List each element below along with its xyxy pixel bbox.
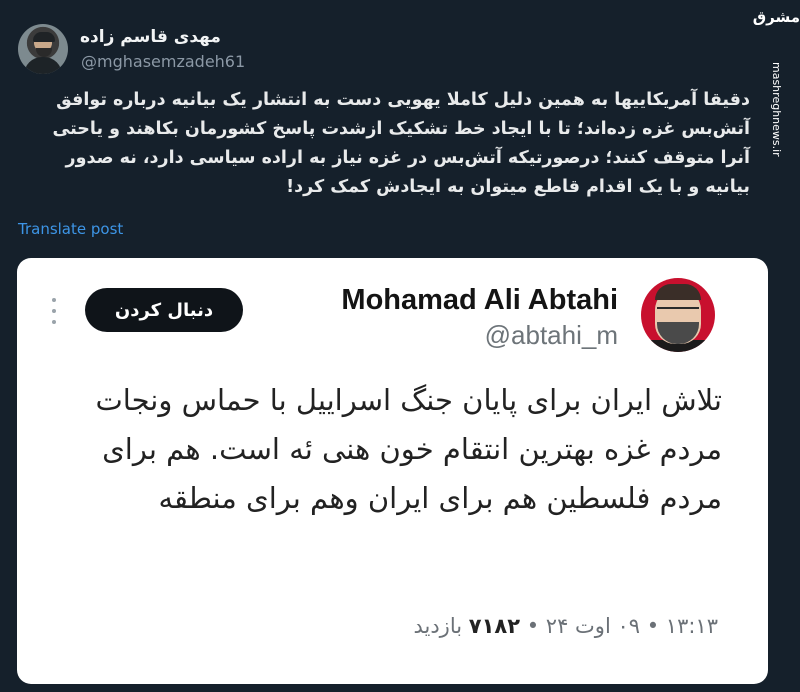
meta-separator: •: [526, 614, 540, 638]
quoted-tweet-card[interactable]: دنبال کردن Mohamad Ali Abtahi @abtahi_m …: [17, 258, 768, 684]
follow-button[interactable]: دنبال کردن: [85, 288, 243, 332]
translate-post-link[interactable]: Translate post: [18, 220, 123, 238]
author-avatar[interactable]: [18, 24, 68, 74]
author-handle[interactable]: @mghasemzadeh61: [81, 52, 245, 71]
quoted-author-handle[interactable]: @abtahi_m: [485, 320, 618, 351]
post-date[interactable]: ۰۹ اوت ۲۴: [546, 614, 640, 638]
quoted-author-avatar[interactable]: [641, 278, 715, 352]
more-options-icon[interactable]: [51, 298, 57, 324]
quoted-tweet-text: تلاش ایران برای پایان جنگ اسراییل با حما…: [95, 383, 722, 515]
tweet: مهدی قاسم زاده @mghasemzadeh61 دقیقا آمر…: [0, 0, 768, 692]
views-label: بازدید: [413, 614, 463, 638]
watermark: مشرق mashreghnews.ir: [752, 0, 800, 692]
tweet-text: دقیقا آمریکاییها به همین دلیل کاملا یهوی…: [52, 90, 750, 197]
author-display-name[interactable]: مهدی قاسم زاده: [80, 27, 221, 47]
view-count: ۷۱۸۲: [468, 614, 521, 638]
meta-separator: •: [646, 614, 660, 638]
quoted-tweet-meta: ۱۳:۱۳ • ۰۹ اوت ۲۴ • ۷۱۸۲ بازدید: [413, 614, 718, 638]
watermark-url: mashreghnews.ir: [770, 62, 783, 157]
mashregh-logo: مشرق: [752, 8, 800, 26]
post-time[interactable]: ۱۳:۱۳: [666, 614, 718, 638]
quoted-author-name[interactable]: Mohamad Ali Abtahi: [341, 284, 618, 317]
